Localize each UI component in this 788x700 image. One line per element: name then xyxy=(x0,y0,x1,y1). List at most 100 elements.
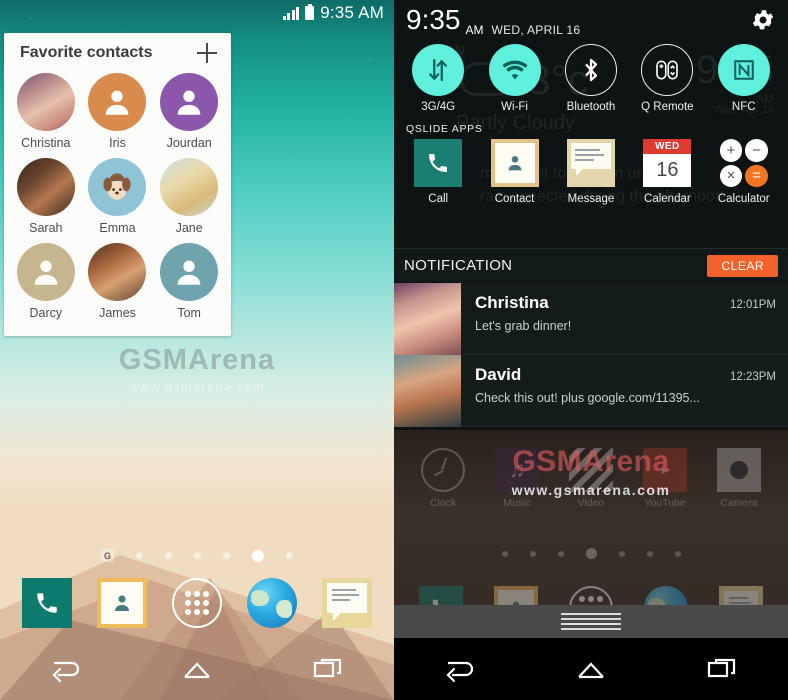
shade-ampm: AM xyxy=(465,23,484,37)
notification-top-row: Christina 12:01PM xyxy=(475,293,776,313)
toggle-3g4g[interactable]: 3G/4G xyxy=(401,44,475,113)
message-icon[interactable] xyxy=(321,578,372,628)
notification-title: NOTIFICATION xyxy=(404,257,513,274)
camera-icon xyxy=(717,448,761,492)
notification-message: Let's grab dinner! xyxy=(475,319,572,333)
page-dot-active[interactable] xyxy=(585,548,597,559)
bluetooth-icon xyxy=(564,44,617,96)
notification-sender: Christina xyxy=(475,293,549,312)
avatar xyxy=(88,243,147,301)
toggle-wifi[interactable]: Wi-Fi xyxy=(478,44,552,113)
page-dot[interactable] xyxy=(136,552,143,559)
notification-body: Christina 12:01PM Let's grab dinner! xyxy=(461,283,788,354)
notification-header: NOTIFICATION CLEAR xyxy=(394,248,788,282)
page-dot[interactable] xyxy=(223,552,230,559)
contact-item[interactable]: Sarah xyxy=(10,156,82,241)
dock xyxy=(0,568,394,638)
dimmed-app[interactable]: ♫ Music xyxy=(484,448,550,509)
toggle-q-remote[interactable]: Q Remote xyxy=(630,44,704,113)
dimmed-app[interactable]: Camera xyxy=(706,448,772,509)
contact-icon[interactable] xyxy=(97,578,148,628)
watermark: GSMArena www.gsmarena.com xyxy=(0,344,394,394)
nfc-icon xyxy=(717,44,770,96)
google-now-badge[interactable]: G xyxy=(101,549,114,562)
qslide-label: Call xyxy=(428,193,449,205)
dog-avatar-icon xyxy=(103,173,132,200)
qslide-app-calculator[interactable]: + − × = Calculator xyxy=(707,139,781,205)
contact-item[interactable]: Iris xyxy=(82,71,154,156)
page-dot[interactable] xyxy=(557,550,564,557)
dimmed-app[interactable]: ▶ YouTube xyxy=(632,448,698,509)
page-dot[interactable] xyxy=(618,550,625,557)
dual-screenshot: 9:35 AM Favorite contacts Christina Iris xyxy=(0,0,788,700)
wifi-icon xyxy=(488,44,541,96)
contact-item[interactable]: Jane xyxy=(153,156,225,241)
qslide-label: Message xyxy=(567,193,615,205)
widget-header: Favorite contacts xyxy=(10,41,225,71)
dimmed-app[interactable]: Video xyxy=(558,448,624,509)
qslide-app-message[interactable]: Message xyxy=(554,139,628,205)
clear-button[interactable]: CLEAR xyxy=(707,254,778,277)
avatar xyxy=(16,73,75,131)
favorite-contacts-widget[interactable]: Favorite contacts Christina Iris Jourdan… xyxy=(4,33,231,336)
globe-icon[interactable] xyxy=(246,578,297,628)
contact-item[interactable]: James xyxy=(82,241,154,326)
app-label: Music xyxy=(503,497,531,509)
page-dot[interactable] xyxy=(501,550,508,557)
avatar xyxy=(160,243,219,301)
contact-item[interactable]: Christina xyxy=(10,71,82,156)
home-icon[interactable] xyxy=(169,649,225,689)
contact-item[interactable]: Emma xyxy=(82,156,154,241)
qslide-label: Contact xyxy=(494,193,535,205)
notification-item[interactable]: David 12:23PM Check this out! plus googl… xyxy=(394,355,788,427)
app-drawer-icon[interactable] xyxy=(171,578,222,628)
page-dot[interactable] xyxy=(646,550,653,557)
dimmed-app-row: Clock ♫ Music Video ▶ YouTube Camera xyxy=(394,448,788,509)
dimmed-app[interactable]: Clock xyxy=(410,448,476,509)
shade-drag-handle[interactable] xyxy=(394,605,788,638)
recent-apps-icon[interactable] xyxy=(300,649,356,689)
page-dot[interactable] xyxy=(165,552,172,559)
contact-name: James xyxy=(99,306,136,320)
phone-icon[interactable] xyxy=(22,578,73,628)
qslide-label: Calendar xyxy=(644,193,691,205)
calendar-icon: WED 16 xyxy=(643,139,692,187)
video-icon xyxy=(569,448,613,492)
shade-time: 9:35 xyxy=(406,4,461,35)
app-label: Video xyxy=(577,497,605,509)
app-label: YouTube xyxy=(644,497,686,509)
toggle-bluetooth[interactable]: Bluetooth xyxy=(554,44,628,113)
recent-apps-icon[interactable] xyxy=(694,649,750,689)
contact-name: Emma xyxy=(99,221,136,235)
contact-item[interactable]: Jourdan xyxy=(153,71,225,156)
add-contact-icon[interactable] xyxy=(197,43,217,63)
qslide-app-call[interactable]: Call xyxy=(401,139,475,205)
notification-time: 12:01PM xyxy=(729,299,776,311)
back-arrow-icon[interactable] xyxy=(432,649,488,689)
back-arrow-icon[interactable] xyxy=(38,649,94,689)
contact-item[interactable]: Tom xyxy=(153,241,225,326)
qslide-app-contact[interactable]: Contact xyxy=(478,139,552,205)
page-dot[interactable] xyxy=(286,552,293,559)
page-dot[interactable] xyxy=(194,552,201,559)
contact-name: Jourdan xyxy=(166,136,212,150)
calculator-icon: + − × = xyxy=(719,139,768,187)
notification-item[interactable]: Christina 12:01PM Let's grab dinner! xyxy=(394,283,788,355)
contact-item[interactable]: Darcy xyxy=(10,241,82,326)
toggle-label: NFC xyxy=(731,101,756,113)
contact-name: Jane xyxy=(175,221,203,235)
gear-icon[interactable] xyxy=(750,7,776,33)
page-dot-active[interactable] xyxy=(252,549,264,562)
page-dot[interactable] xyxy=(529,550,536,557)
youtube-icon: ▶ xyxy=(643,448,687,492)
toggle-nfc[interactable]: NFC xyxy=(707,44,781,113)
toggle-label: 3G/4G xyxy=(421,101,456,113)
status-bar-time: 9:35 AM xyxy=(320,3,384,22)
home-icon[interactable] xyxy=(563,649,619,689)
page-dot[interactable] xyxy=(674,550,681,557)
notification-sender: David xyxy=(475,365,522,384)
qslide-app-calendar[interactable]: WED 16 Calendar xyxy=(630,139,704,205)
qslide-section-title: QSLIDE APPS xyxy=(406,123,483,135)
navigation-bar xyxy=(0,638,394,700)
calc-key-multiply: × xyxy=(719,164,743,187)
